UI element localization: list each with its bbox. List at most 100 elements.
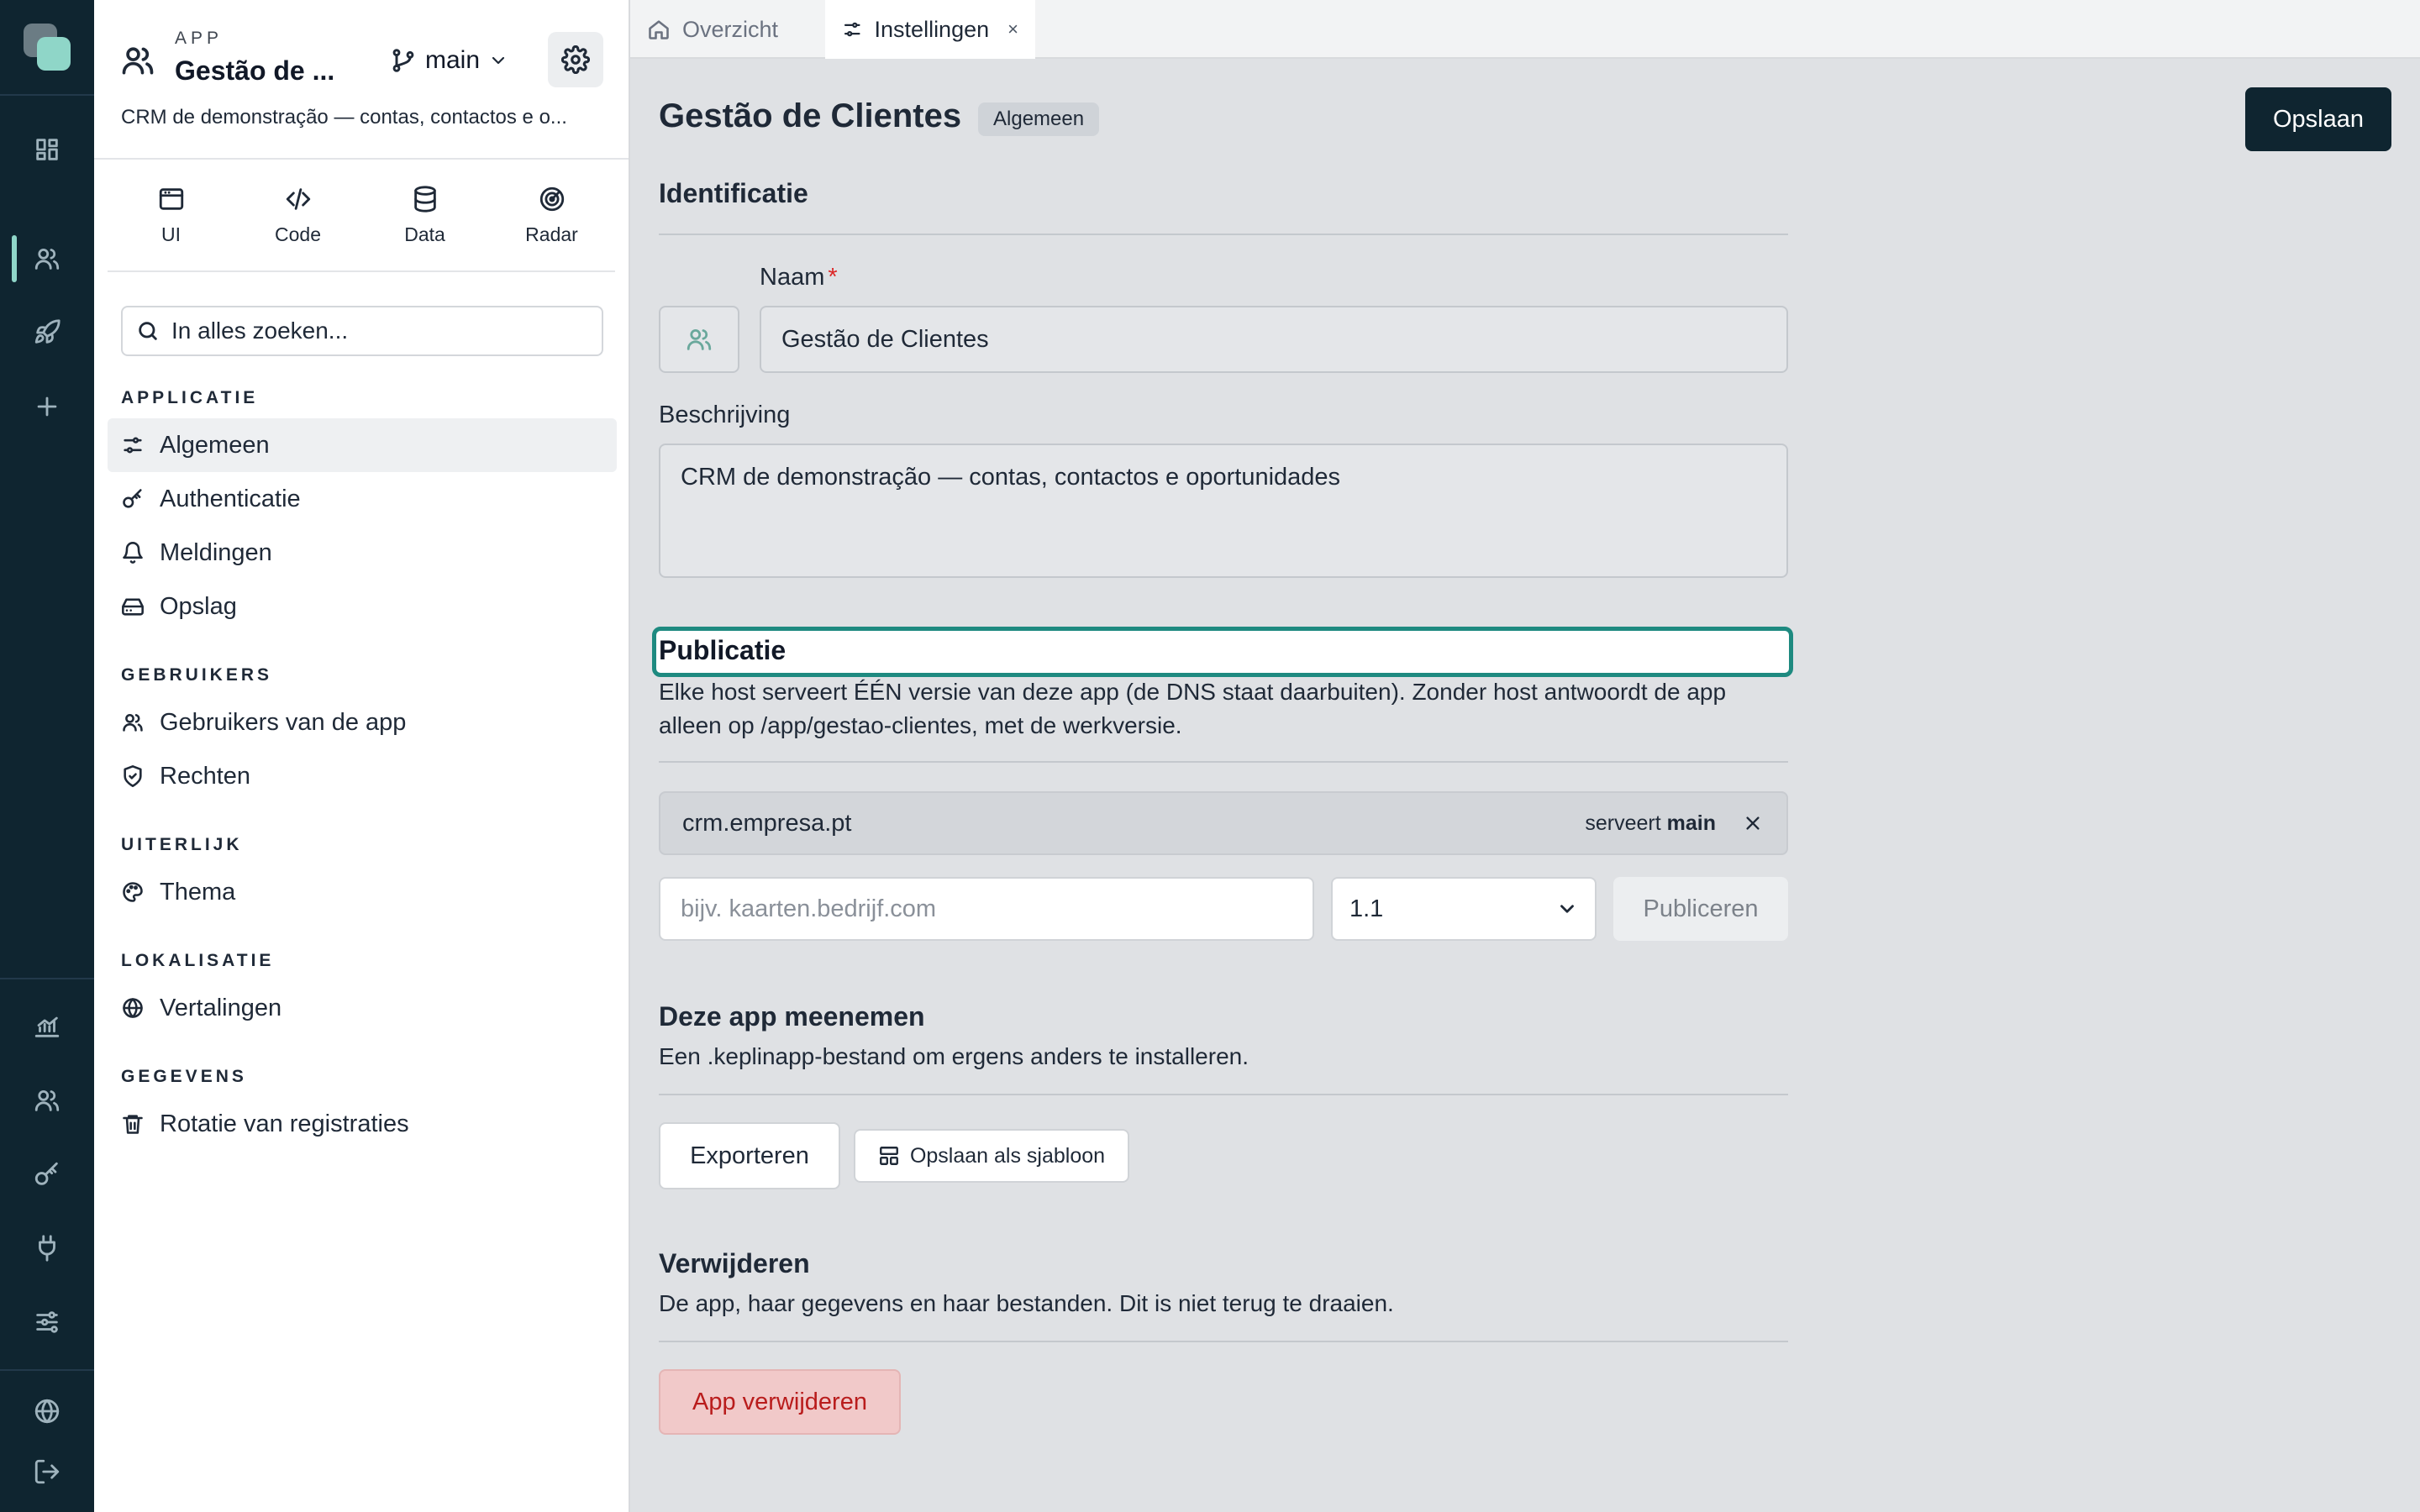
rail-active-indicator (12, 235, 17, 282)
delete-app-button[interactable]: App verwijderen (659, 1369, 901, 1435)
globe-icon (123, 998, 143, 1018)
sidebar-item-meldingen[interactable]: Meldingen (108, 526, 617, 580)
publish-button[interactable]: Publiceren (1613, 877, 1788, 941)
host-serves: serveert main (1585, 811, 1716, 835)
database-icon (413, 185, 436, 213)
logout-icon[interactable] (27, 1452, 67, 1492)
home-icon (649, 20, 669, 39)
mode-data[interactable]: Data (361, 160, 488, 270)
sidebar-item-gebruikers[interactable]: Gebruikers van de app (108, 696, 617, 749)
version-select[interactable]: 1.1 (1331, 877, 1597, 941)
gear-icon (561, 45, 590, 74)
chart-icon[interactable] (27, 1006, 67, 1047)
sidebar-item-label: Opslag (160, 592, 237, 620)
app-icon-picker[interactable] (659, 306, 739, 373)
host-name: crm.empresa.pt (682, 809, 852, 837)
tab-bar: Overzicht Instellingen × (630, 0, 2420, 59)
section-divider (659, 1341, 1788, 1342)
description-field[interactable]: CRM de demonstração — contas, contactos … (659, 444, 1788, 578)
radar-icon (539, 186, 564, 211)
app-header: APP Gestão de ... main CRM de demonstraç… (94, 0, 629, 160)
plus-icon[interactable] (27, 386, 67, 427)
mode-ui[interactable]: UI (108, 160, 234, 270)
rail-divider (0, 978, 94, 979)
new-host-input[interactable] (659, 877, 1314, 941)
app-name: Gestão de ... (175, 55, 335, 86)
branch-selector[interactable]: main (390, 44, 508, 77)
trash-icon (123, 1115, 143, 1134)
search-box[interactable] (121, 306, 603, 356)
sidebar-item-label: Gebruikers van de app (160, 708, 407, 736)
remove-host-button[interactable] (1741, 811, 1765, 835)
section-title-publicatie: Publicatie (659, 635, 786, 665)
mode-switcher: UI Code Data Radar (108, 160, 615, 272)
settings-sidebar: APP Gestão de ... main CRM de demonstraç… (94, 0, 630, 1512)
sidebar-item-label: Vertalingen (160, 994, 282, 1021)
export-description: Een .keplinapp-bestand om ergens anders … (659, 1043, 1249, 1069)
plug-icon[interactable] (27, 1228, 67, 1268)
mode-label: Data (404, 223, 445, 245)
app-settings-button[interactable] (548, 32, 603, 87)
app-description: CRM de demonstração — contas, contactos … (121, 106, 567, 129)
logo[interactable] (24, 24, 71, 71)
team-icon[interactable] (27, 1080, 67, 1121)
section-divider (659, 1094, 1788, 1095)
key-icon (123, 489, 142, 508)
rocket-icon[interactable] (27, 312, 67, 353)
tab-overzicht[interactable]: Overzicht (630, 0, 825, 59)
window-icon (159, 187, 183, 210)
chevron-down-icon (492, 56, 505, 65)
chevron-down-icon (1560, 905, 1574, 913)
git-branch-icon (392, 49, 414, 72)
publication-description: Elke host serveert ÉÉN versie van deze a… (659, 679, 1727, 738)
app-rail (0, 0, 94, 1512)
bell-icon (123, 542, 143, 564)
sidebar-item-rotatie[interactable]: Rotatie van registraties (108, 1097, 617, 1151)
rail-divider (0, 1369, 94, 1371)
section-title-identificatie: Identificatie (659, 178, 808, 208)
hard-drive-icon (122, 598, 144, 616)
delete-description: De app, haar gegevens en haar bestanden.… (659, 1290, 1394, 1316)
sidebar-item-thema[interactable]: Thema (108, 865, 617, 919)
tab-close-icon[interactable]: × (1007, 18, 1018, 40)
sidebar-item-rechten[interactable]: Rechten (108, 749, 617, 803)
sidebar-item-opslag[interactable]: Opslag (108, 580, 617, 633)
users-icon (687, 328, 712, 350)
sidebar-item-authenticatie[interactable]: Authenticatie (108, 472, 617, 526)
save-button[interactable]: Opslaan (2245, 87, 2391, 151)
save-as-template-button[interactable]: Opslaan als sjabloon (854, 1129, 1129, 1183)
name-label: Naam * (760, 264, 838, 291)
page-title: Gestão de Clientes (659, 97, 962, 134)
focus-ring (652, 627, 1793, 677)
sidebar-item-label: Algemeen (160, 431, 270, 459)
mode-label: UI (161, 223, 181, 245)
name-field[interactable] (760, 306, 1788, 373)
section-divider (659, 234, 1788, 235)
sidebar-item-vertalingen[interactable]: Vertalingen (108, 981, 617, 1035)
branch-name: main (425, 46, 481, 74)
section-title-export: Deze app meenemen (659, 1001, 925, 1032)
mode-label: Code (275, 223, 321, 245)
mode-code[interactable]: Code (234, 160, 361, 270)
sidebar-item-label: Rechten (160, 762, 251, 790)
mode-label: Radar (525, 223, 578, 245)
globe-icon[interactable] (27, 1391, 67, 1431)
sidebar-item-algemeen[interactable]: Algemeen (108, 418, 617, 472)
template-label: Opslaan als sjabloon (909, 1143, 1106, 1168)
users-icon[interactable] (27, 239, 67, 279)
host-branch: main (1666, 811, 1716, 835)
export-button[interactable]: Exporteren (659, 1122, 840, 1189)
dashboard-icon[interactable] (27, 129, 67, 170)
mode-radar[interactable]: Radar (488, 160, 615, 270)
template-icon (880, 1147, 898, 1165)
palette-icon (123, 882, 143, 902)
code-icon (286, 187, 310, 210)
sidebar-item-label: Thema (160, 878, 236, 906)
key-icon[interactable] (27, 1154, 67, 1194)
tab-label: Overzicht (682, 16, 779, 42)
tab-label: Instellingen (874, 16, 990, 42)
search-input[interactable] (171, 318, 575, 344)
group-label-gegevens: GEGEVENS (121, 1067, 247, 1086)
settings-sliders-icon[interactable] (27, 1302, 67, 1342)
tab-instellingen[interactable]: Instellingen × (825, 0, 1035, 59)
